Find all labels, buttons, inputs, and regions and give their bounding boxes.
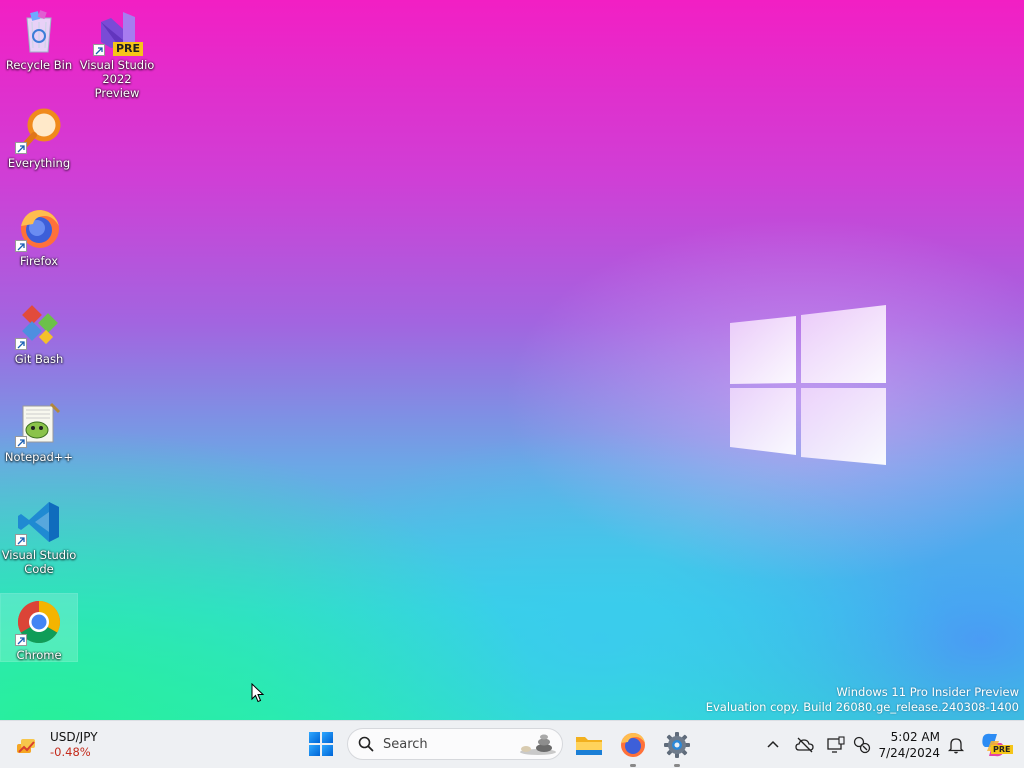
notifications-button[interactable]: [946, 735, 966, 755]
build-watermark: Windows 11 Pro Insider Preview Evaluatio…: [706, 685, 1019, 715]
desktop-icon-everything[interactable]: Everything: [1, 102, 77, 170]
folder-icon: [576, 737, 602, 755]
desktop-icon-git-bash[interactable]: Git Bash: [1, 298, 77, 366]
desktop-icon-label: Everything: [7, 156, 71, 170]
desktop-icon-firefox[interactable]: Firefox: [1, 200, 77, 268]
notepad-plus-plus-icon: [15, 400, 63, 448]
shortcut-arrow-icon: [15, 634, 27, 646]
mouse-cursor-icon: [251, 683, 265, 703]
vscode-icon: [15, 498, 63, 546]
copilot-button[interactable]: PRE: [979, 731, 1013, 759]
firefox-icon: [621, 733, 645, 757]
preview-badge: PRE: [112, 42, 143, 56]
desktop-icon-chrome[interactable]: Chrome: [0, 593, 78, 662]
search-highlight-stones-icon: [520, 734, 556, 755]
git-bash-icon: [15, 302, 63, 350]
shortcut-arrow-icon: [93, 44, 105, 56]
watermark-line-1: Windows 11 Pro Insider Preview: [836, 685, 1019, 699]
wallpaper-windows-logo: [730, 305, 886, 465]
desktop-icon-label: Git Bash: [14, 352, 64, 366]
visual-studio-preview-icon: PRE: [93, 8, 143, 56]
desktop-icon-visual-studio-preview[interactable]: PRE Visual Studio 2022 Preview: [79, 4, 155, 100]
taskbar-clock[interactable]: 5:02 AM 7/24/2024: [870, 729, 940, 761]
onedrive-tray-button[interactable]: [795, 735, 815, 755]
taskbar: USD/JPY -0.48% Search 5:02 AM 7/24/2024 …: [0, 720, 1024, 768]
shortcut-arrow-icon: [15, 338, 27, 350]
desktop-icon-vscode[interactable]: Visual Studio Code: [1, 494, 77, 576]
running-indicator: [674, 764, 680, 767]
desktop-icon-label: Firefox: [19, 254, 59, 268]
display-icon: [827, 736, 845, 753]
shortcut-arrow-icon: [15, 534, 27, 546]
start-button[interactable]: [306, 729, 336, 759]
running-indicator: [630, 764, 636, 767]
desktop-icon-label: Visual Studio Code: [1, 548, 77, 576]
shortcut-arrow-icon: [15, 436, 27, 448]
windows-start-icon: [309, 732, 333, 756]
taskbar-settings[interactable]: [661, 729, 693, 767]
chrome-icon: [15, 598, 63, 646]
display-tray-button[interactable]: [826, 735, 846, 755]
desktop-icon-recycle-bin[interactable]: Recycle Bin: [1, 4, 77, 72]
stock-chart-icon: [17, 739, 35, 753]
desktop-icon-label: Visual Studio 2022 Preview: [79, 58, 155, 100]
desktop-icon-label: Notepad++: [4, 450, 74, 464]
network-tray-button[interactable]: [852, 735, 872, 755]
recycle-bin-icon: [15, 8, 63, 56]
copilot-preview-badge: PRE: [991, 745, 1013, 754]
widgets-button[interactable]: USD/JPY -0.48%: [14, 727, 98, 763]
desktop-icon-notepad-plus-plus[interactable]: Notepad++: [1, 396, 77, 464]
taskbar-file-explorer[interactable]: [573, 729, 605, 761]
firefox-icon: [15, 204, 63, 252]
everything-search-icon: [15, 106, 63, 154]
taskbar-search-box[interactable]: Search: [347, 728, 563, 760]
widget-change-value: -0.48%: [50, 745, 91, 759]
network-icon: [853, 736, 871, 754]
desktop[interactable]: Recycle Bin PRE Visual Studio 2022 Previ…: [0, 0, 1024, 720]
chevron-up-icon: [767, 740, 779, 748]
search-icon: [358, 736, 374, 752]
notification-bell-icon: [947, 738, 965, 754]
shortcut-arrow-icon: [15, 240, 27, 252]
clock-date: 7/24/2024: [878, 746, 940, 760]
clock-time: 5:02 AM: [890, 730, 940, 744]
gear-icon: [664, 732, 690, 758]
onedrive-offline-icon: [795, 737, 814, 753]
search-placeholder: Search: [383, 737, 428, 752]
watermark-line-2: Evaluation copy. Build 26080.ge_release.…: [705, 700, 1019, 714]
taskbar-firefox[interactable]: [617, 729, 649, 767]
show-hidden-icons-button[interactable]: [763, 735, 783, 755]
widget-currency-pair: USD/JPY: [50, 730, 98, 744]
desktop-icon-label: Recycle Bin: [5, 58, 73, 72]
shortcut-arrow-icon: [15, 142, 27, 154]
desktop-icon-label: Chrome: [16, 648, 62, 662]
